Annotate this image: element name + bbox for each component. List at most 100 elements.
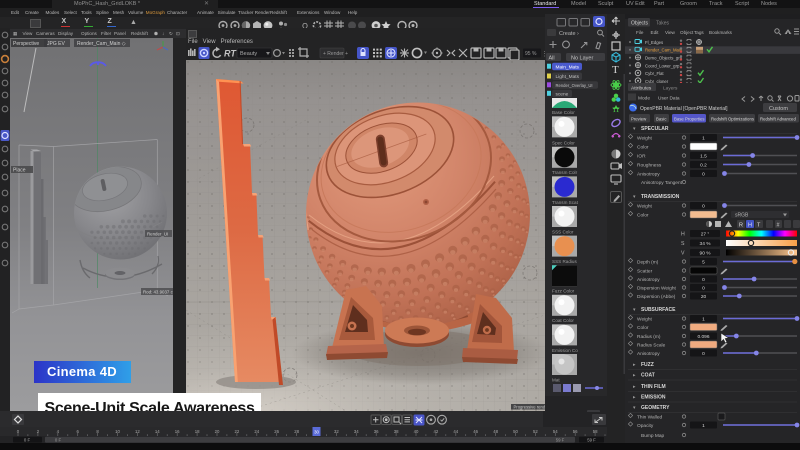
svg-text:Mat: Mat <box>552 377 560 382</box>
svg-text:SSS Radius: SSS Radius <box>552 259 577 264</box>
svg-text:SSS Color: SSS Color <box>552 229 574 234</box>
svg-text:View: View <box>665 30 676 35</box>
svg-text:0.096: 0.096 <box>697 334 709 340</box>
svg-text:Place: Place <box>13 168 26 174</box>
svg-text:RT: RT <box>224 49 237 59</box>
svg-text:SUBSURFACE: SUBSURFACE <box>641 307 676 313</box>
svg-text:+ Render +: + Render + <box>323 51 348 57</box>
svg-text:Fuzz Color: Fuzz Color <box>552 289 575 294</box>
svg-text:Render_UI: Render_UI <box>147 232 168 237</box>
svg-text:1.5: 1.5 <box>700 153 707 159</box>
svg-text:1: 1 <box>702 135 705 141</box>
svg-text:59 F: 59 F <box>587 438 596 443</box>
svg-text:Beauty: Beauty <box>240 51 257 57</box>
svg-text:Edit: Edit <box>651 30 660 35</box>
svg-text:Depth (m): Depth (m) <box>637 260 659 266</box>
svg-text:All: All <box>549 56 555 62</box>
svg-text:V: V <box>681 251 685 257</box>
svg-text:0: 0 <box>702 351 705 357</box>
svg-text:Base Color: Base Color <box>552 110 575 115</box>
svg-text:Weight: Weight <box>637 136 653 142</box>
svg-text:5: 5 <box>702 259 705 265</box>
svg-text:S: S <box>681 241 685 247</box>
svg-text:Light_Mats: Light_Mats <box>556 74 580 80</box>
svg-text:0 F: 0 F <box>24 438 31 443</box>
svg-text:Render_Overlay_UI: Render_Overlay_UI <box>556 83 593 88</box>
svg-text:sRGB: sRGB <box>735 213 749 219</box>
svg-text:0: 0 <box>702 277 705 283</box>
svg-text:Takes: Takes <box>656 21 670 27</box>
svg-text:Coat Color: Coat Color <box>552 318 574 323</box>
svg-text:34 %: 34 % <box>700 241 712 247</box>
svg-text:Color: Color <box>637 145 649 151</box>
svg-text:User Data: User Data <box>658 95 680 101</box>
svg-text:Layers: Layers <box>663 85 678 91</box>
svg-text:0: 0 <box>702 203 705 209</box>
svg-text:Transm Colr: Transm Colr <box>552 170 578 175</box>
svg-text:Progressive rendering: Progressive rendering <box>514 405 546 410</box>
svg-text:OpenPBR Material [OpenPBR Mate: OpenPBR Material [OpenPBR Material] <box>640 106 728 112</box>
svg-text:FUZZ: FUZZ <box>641 362 654 368</box>
svg-text:JPG EV: JPG EV <box>47 41 65 47</box>
svg-text:Render_Cam_Main: Render_Cam_Main <box>645 48 683 53</box>
svg-text:T: T <box>612 64 619 76</box>
svg-text:Weight: Weight <box>637 317 653 323</box>
svg-text:Redshift Advanced: Redshift Advanced <box>760 117 796 122</box>
svg-text:1: 1 <box>702 423 705 429</box>
svg-text:Weight: Weight <box>637 204 653 210</box>
svg-text:Radius (m): Radius (m) <box>637 334 661 340</box>
svg-text:SPECULAR: SPECULAR <box>641 126 669 132</box>
svg-text:Emission Co: Emission Co <box>552 348 578 353</box>
svg-text:No Layer: No Layer <box>571 56 593 62</box>
svg-text:R: R <box>739 223 743 229</box>
svg-text:0.2: 0.2 <box>700 162 707 168</box>
svg-text:Object: Object <box>680 30 694 35</box>
svg-text:Anisotropy: Anisotropy <box>637 172 660 178</box>
svg-text:Redshift Optimizations: Redshift Optimizations <box>711 117 754 122</box>
svg-text:Coord_Lower_grp: Coord_Lower_grp <box>645 63 680 68</box>
svg-text:0 F: 0 F <box>55 438 62 443</box>
svg-text:59 F: 59 F <box>556 438 565 443</box>
svg-text:Preview: Preview <box>631 117 647 122</box>
svg-text:Objects: Objects <box>631 21 648 27</box>
svg-text:scene: scene <box>556 92 569 97</box>
svg-text:Opacity: Opacity <box>637 423 654 429</box>
svg-text:Bump Map: Bump Map <box>641 433 665 439</box>
svg-text:Basic: Basic <box>656 117 667 122</box>
svg-text:95 %: 95 % <box>525 51 537 57</box>
svg-text:Transm Scat: Transm Scat <box>552 200 579 205</box>
svg-text:H: H <box>681 232 685 238</box>
svg-text:Thin Walled: Thin Walled <box>637 415 662 421</box>
svg-text:Fl_Edges: Fl_Edges <box>645 40 663 45</box>
svg-text:File: File <box>636 30 644 35</box>
svg-text:20: 20 <box>701 294 707 300</box>
svg-text:Dispersion Weight: Dispersion Weight <box>637 286 677 292</box>
svg-text:Custom: Custom <box>769 106 788 112</box>
svg-text:Create ›: Create › <box>559 31 579 37</box>
svg-text:TRANSMISSION: TRANSMISSION <box>641 194 680 200</box>
svg-text:Attributes: Attributes <box>631 85 652 91</box>
svg-text:Tags: Tags <box>694 30 704 35</box>
svg-text:Main_Mats: Main_Mats <box>556 64 580 70</box>
svg-text:0: 0 <box>702 285 705 291</box>
svg-text:Color: Color <box>637 213 649 219</box>
svg-text:Spec Color: Spec Color <box>552 141 575 146</box>
svg-text:Base Properties: Base Properties <box>674 117 705 122</box>
svg-text:30: 30 <box>314 430 319 435</box>
svg-text:Bookmarks: Bookmarks <box>709 30 733 35</box>
svg-text:Perspective: Perspective <box>13 41 39 47</box>
svg-text:Demo_Objects_grp: Demo_Objects_grp <box>645 56 683 61</box>
svg-text:Roughness: Roughness <box>637 163 662 169</box>
svg-text:Anisotropy: Anisotropy <box>637 351 660 357</box>
svg-text:90 %: 90 % <box>700 250 712 256</box>
svg-text:Dispersion (Abbe): Dispersion (Abbe) <box>637 294 676 300</box>
svg-text:Scatter: Scatter <box>637 269 653 275</box>
svg-text:Mode: Mode <box>638 95 650 101</box>
svg-text:Color: Color <box>637 325 649 331</box>
svg-text:COAT: COAT <box>641 373 655 379</box>
svg-text:IOR: IOR <box>637 154 646 160</box>
svg-text:1: 1 <box>702 316 705 322</box>
svg-text:EMISSION: EMISSION <box>641 395 666 401</box>
svg-text:Render_Cam_Main ◇: Render_Cam_Main ◇ <box>77 41 126 47</box>
svg-text:Anisotropy: Anisotropy <box>637 277 660 283</box>
